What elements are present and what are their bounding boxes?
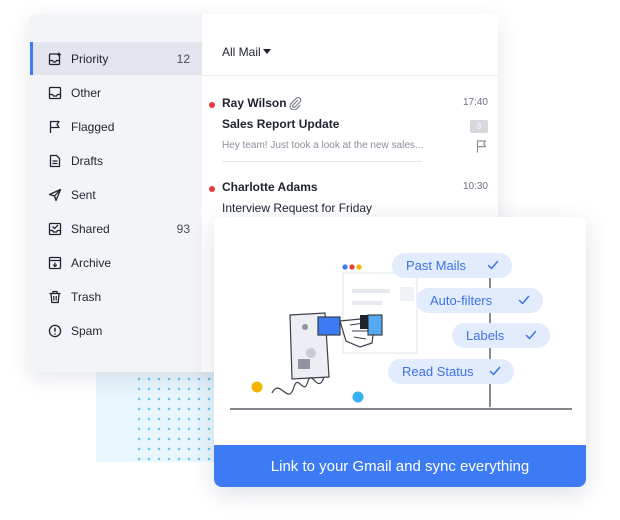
sidebar-item-label: Drafts (71, 153, 104, 168)
sidebar-item-other[interactable]: Other (30, 76, 202, 109)
sidebar-item-count: 12 (176, 51, 190, 66)
text-line (352, 301, 382, 305)
send-icon (48, 188, 62, 202)
feature-label: Labels (466, 328, 505, 343)
unread-dot (209, 102, 215, 108)
attachment-icon (289, 96, 302, 110)
mail-filter-dropdown[interactable]: All Mail (202, 14, 498, 76)
sidebar-item-shared[interactable]: Shared 93 (30, 212, 202, 245)
trash-icon (48, 290, 62, 304)
mail-subject: Sales Report Update (222, 117, 340, 131)
sidebar-item-label: Spam (71, 323, 103, 338)
caret-down-icon (262, 49, 271, 54)
sidebar-item-label: Archive (71, 255, 112, 270)
feature-pill-past-mails: Past Mails (392, 253, 512, 278)
feature-card: Past Mails Auto-filters Labels Read Stat… (214, 217, 586, 487)
mail-sender: Ray Wilson (222, 96, 287, 110)
sidebar-item-count: 93 (176, 221, 190, 236)
sleeve-left (317, 316, 341, 336)
sidebar-item-flagged[interactable]: Flagged (30, 110, 202, 143)
text-line (352, 289, 390, 293)
placeholder-block (400, 287, 414, 301)
sidebar-item-spam[interactable]: Spam (30, 314, 202, 347)
sidebar-item-label: Other (71, 85, 102, 100)
card-block (298, 359, 310, 369)
mail-separator (222, 161, 422, 162)
check-icon (489, 366, 501, 376)
inbox-icon (48, 86, 62, 100)
feature-label: Auto-filters (430, 293, 493, 308)
sidebar-item-sent[interactable]: Sent (30, 178, 202, 211)
sidebar: Priority 12 Other Flagged Drafts Sent Sh… (30, 14, 202, 372)
mail-subject: Interview Request for Friday (222, 201, 373, 215)
link-gmail-button[interactable]: Link to your Gmail and sync everything (214, 445, 586, 487)
sidebar-item-label: Sent (71, 187, 96, 202)
mail-filter-label: All Mail (222, 44, 261, 59)
mail-sender: Charlotte Adams (222, 180, 318, 194)
spam-icon (48, 324, 62, 338)
check-icon (525, 330, 537, 340)
sidebar-item-drafts[interactable]: Drafts (30, 144, 202, 177)
mail-time: 10:30 (462, 181, 488, 192)
mail-item[interactable]: Ray Wilson 17:40 Sales Report Update 3 H… (202, 94, 498, 164)
card-dot (302, 324, 308, 330)
sidebar-item-label: Trash (71, 289, 102, 304)
sidebar-item-label: Shared (71, 221, 110, 236)
unread-dot (209, 186, 215, 192)
shared-icon (48, 222, 62, 236)
sidebar-item-archive[interactable]: Archive (30, 246, 202, 279)
feature-label: Read Status (402, 364, 474, 379)
feature-pill-auto-filters: Auto-filters (416, 288, 543, 313)
sidebar-item-priority[interactable]: Priority 12 (30, 42, 202, 75)
window-dot-blue (342, 264, 348, 270)
sleeve-right (367, 314, 383, 336)
priority-icon (48, 52, 62, 66)
draft-icon (48, 154, 62, 168)
check-icon (487, 260, 499, 270)
flag-icon (48, 120, 62, 134)
window-dot-red (349, 264, 355, 270)
sidebar-item-trash[interactable]: Trash (30, 280, 202, 313)
feature-pill-labels: Labels (452, 323, 550, 348)
mail-time: 17:40 (462, 97, 488, 108)
sidebar-item-label: Priority (71, 51, 109, 66)
thread-count-badge: 3 (470, 120, 488, 133)
window-dot-yellow (356, 264, 362, 270)
feature-pill-read-status: Read Status (388, 359, 514, 384)
stage: Priority 12 Other Flagged Drafts Sent Sh… (0, 0, 620, 520)
cuff-block (360, 315, 368, 329)
feature-label: Past Mails (406, 258, 466, 273)
decor-dot-yellow (251, 381, 263, 393)
archive-icon (48, 256, 62, 270)
squiggle-line (271, 376, 325, 395)
flag-icon[interactable] (476, 140, 488, 153)
check-icon (518, 295, 530, 305)
card-dot (306, 348, 316, 358)
mail-preview: Hey team! Just took a look at the new sa… (222, 140, 424, 151)
decor-dot-cyan (352, 391, 364, 403)
sidebar-item-label: Flagged (71, 119, 115, 134)
